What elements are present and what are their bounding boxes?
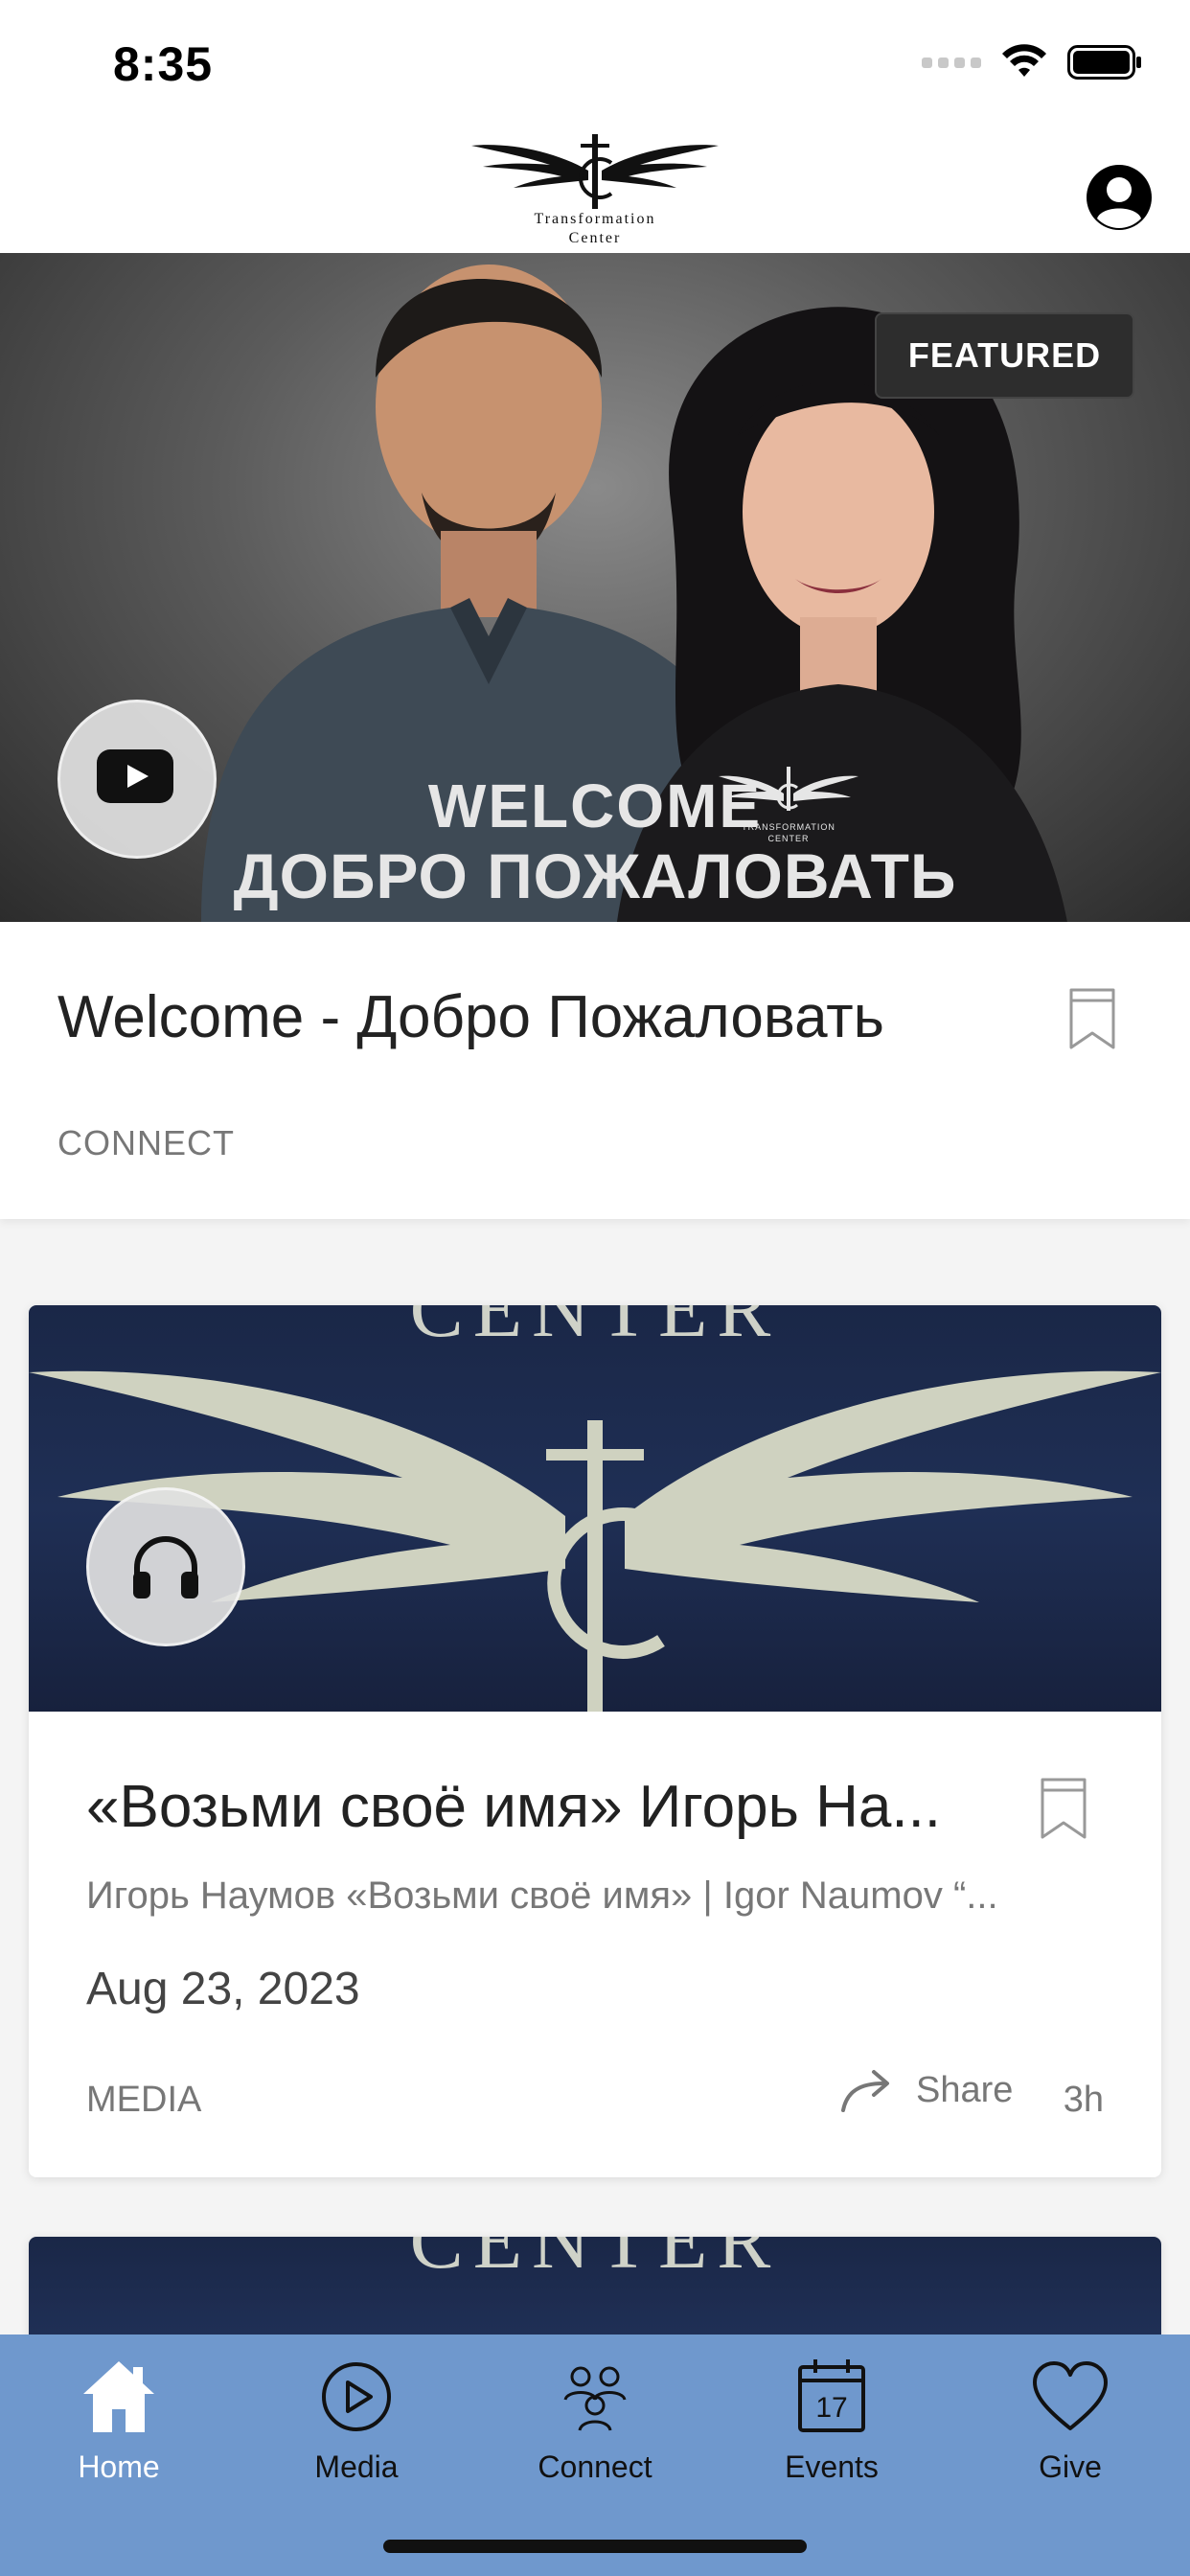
status-icons — [922, 44, 1142, 80]
people-icon — [563, 2366, 627, 2431]
logo-text-line1: Transformation — [534, 211, 656, 227]
status-bar: 8:35 — [0, 0, 1190, 125]
tab-home-label: Home — [78, 2450, 160, 2484]
tab-home[interactable]: Home — [13, 2354, 224, 2517]
share-button[interactable]: Share — [839, 2066, 1013, 2114]
card-subtitle: Игорь Наумов «Возьми своё имя» | Igor Na… — [86, 1874, 998, 1917]
tab-media-label: Media — [314, 2450, 399, 2484]
transformation-center-logo[interactable]: Transformation Center — [469, 134, 721, 247]
tab-give[interactable]: Give — [965, 2354, 1176, 2517]
battery-icon — [1067, 45, 1141, 80]
headphones-icon — [133, 1536, 198, 1598]
audio-play-button[interactable] — [86, 1487, 245, 1646]
card-date: Aug 23, 2023 — [86, 1964, 360, 2014]
status-time: 8:35 — [113, 37, 214, 91]
card-category: MEDIA — [86, 2080, 202, 2120]
featured-hero-image[interactable]: FEATURED TRANSFORMATION CENTER WELCOME Д… — [0, 253, 1190, 922]
wifi-icon — [1002, 44, 1046, 77]
cellular-signal-icon — [922, 57, 981, 68]
tab-media[interactable]: Media — [251, 2354, 462, 2517]
featured-badge: FEATURED — [875, 312, 1134, 399]
tab-give-label: Give — [1039, 2450, 1102, 2484]
featured-category: CONNECT — [57, 1123, 235, 1162]
tab-connect[interactable]: Connect — [490, 2354, 700, 2517]
share-label: Share — [916, 2069, 1014, 2110]
hero-welcome-russian-text: ДОБРО ПОЖАЛОВАТЬ — [233, 840, 957, 911]
bookmark-icon[interactable] — [1040, 1777, 1087, 1840]
featured-title: Welcome - Добро Пожаловать — [57, 984, 884, 1050]
profile-icon[interactable] — [1085, 163, 1154, 232]
heart-icon — [1033, 2361, 1108, 2430]
calendar-icon: 17 — [798, 2359, 865, 2432]
share-arrow-icon — [841, 2070, 889, 2112]
play-circle-icon — [322, 2362, 391, 2431]
logo-text-line2: Center — [568, 230, 622, 246]
card-thumbnail: CENTER — [29, 1305, 1161, 1712]
winged-cross-logo-icon — [471, 134, 719, 209]
calendar-day-text: 17 — [815, 2392, 847, 2424]
tab-events-label: Events — [785, 2450, 879, 2484]
home-icon — [83, 2361, 154, 2432]
media-card[interactable]: CENTER «Возьми своё имя» Игорь На... Иго… — [29, 1305, 1161, 2177]
app-header: Transformation Center — [0, 125, 1190, 253]
youtube-play-icon — [97, 749, 173, 803]
card-title: «Возьми своё имя» Игорь На... — [86, 1774, 942, 1840]
home-indicator — [383, 2540, 807, 2553]
tab-events[interactable]: 17 Events — [726, 2354, 937, 2517]
bookmark-icon[interactable] — [1068, 987, 1116, 1050]
card-age: 3h — [1063, 2080, 1104, 2120]
card-image-text: CENTER — [409, 2237, 781, 2286]
youtube-play-button[interactable] — [57, 700, 217, 859]
featured-item-card[interactable]: Welcome - Добро Пожаловать CONNECT — [0, 922, 1190, 1219]
tab-connect-label: Connect — [538, 2450, 652, 2484]
